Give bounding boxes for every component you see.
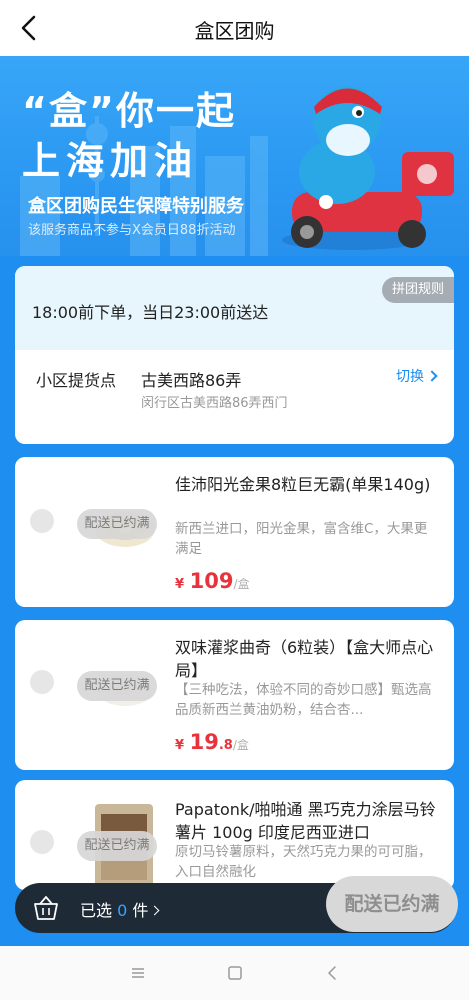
switch-pickup-button[interactable]: 切换: [396, 366, 438, 386]
sold-out-badge: 配送已约满: [77, 831, 157, 861]
promo-banner: “盒”你一起 上海加油 盒区团购民生保障特别服务 该服务商品不参与X会员日88折…: [0, 56, 469, 256]
price-integer: 19: [189, 730, 219, 754]
delivery-time-text: 18:00前下单，当日23:00前送达: [32, 303, 269, 322]
chevron-right-icon: [426, 370, 438, 382]
product-title: 双味灌浆曲奇（6粒装）【盒大师点心局】: [175, 638, 434, 680]
price-unit: /盒: [233, 577, 250, 591]
price-integer: 109: [189, 569, 234, 593]
back-triangle-icon[interactable]: [323, 964, 341, 982]
product-price: ¥ 19.8/盒: [175, 730, 249, 754]
selected-prefix: 已选: [80, 901, 113, 920]
product-description: 新西兰进口，阳光金果，富含维C，大果更满足: [175, 521, 428, 557]
pickup-point-name: 古美西路86弄: [141, 371, 242, 390]
basket-icon[interactable]: [32, 895, 60, 921]
system-navigation-bar: [0, 946, 469, 1000]
banner-title-line1: “盒”你一起: [22, 89, 236, 133]
selected-count: 0: [117, 901, 128, 920]
product-description: 【三种吃法，体验不同的奇妙口感】甄选高品质新西兰黄油奶粉，结合杏...: [175, 682, 432, 718]
product-card[interactable]: 配送已约满 双味灌浆曲奇（6粒装）【盒大师点心局】 【三种吃法，体验不同的奇妙口…: [15, 620, 454, 770]
currency-symbol: ¥: [175, 577, 185, 592]
group-rules-button[interactable]: 拼团规则: [382, 277, 454, 303]
sold-out-badge: 配送已约满: [77, 509, 157, 539]
product-card[interactable]: 配送已约满 Papatonk/啪啪通 黑巧克力涂层马铃薯片 100g 印度尼西亚…: [15, 780, 454, 890]
product-card[interactable]: 配送已约满 佳沛阳光金果8粒巨无霸(单果140g) 新西兰进口，阳光金果，富含维…: [15, 457, 454, 607]
price-unit: /盒: [232, 738, 249, 752]
banner-subtitle: 盒区团购民生保障特别服务: [28, 196, 244, 217]
menu-icon[interactable]: [129, 964, 147, 982]
product-price: ¥ 109/盒: [175, 569, 250, 593]
switch-pickup-label: 切换: [396, 369, 424, 385]
page-title: 盒区团购: [194, 19, 275, 43]
chevron-right-icon: [149, 905, 160, 916]
selected-items-summary[interactable]: 已选 0 件: [80, 897, 160, 921]
banner-title-line2: 上海加油: [22, 139, 199, 183]
header: 盒区团购: [0, 0, 469, 56]
home-square-icon[interactable]: [226, 964, 244, 982]
product-select-radio[interactable]: [30, 830, 54, 854]
banner-note: 该服务商品不参与X会员日88折活动: [28, 223, 236, 238]
mascot-scooter-illustration: [282, 86, 454, 250]
product-select-radio[interactable]: [30, 670, 54, 694]
product-select-radio[interactable]: [30, 509, 54, 533]
cart-bar: 已选 0 件 配送已约满: [15, 876, 458, 933]
currency-symbol: ¥: [175, 738, 185, 753]
selected-suffix: 件: [132, 901, 149, 920]
checkout-button[interactable]: 配送已约满: [326, 876, 458, 932]
pickup-point-label: 小区提货点: [36, 371, 117, 390]
price-decimal: .8: [218, 738, 233, 753]
delivery-info-card: 拼团规则 18:00前下单，当日23:00前送达 小区提货点 古美西路86弄 闵…: [15, 266, 454, 444]
pickup-point-address: 闵行区古美西路86弄西门: [141, 396, 288, 411]
sold-out-badge: 配送已约满: [77, 671, 157, 701]
product-title: 佳沛阳光金果8粒巨无霸(单果140g): [175, 475, 431, 494]
product-title: Papatonk/啪啪通 黑巧克力涂层马铃薯片 100g 印度尼西亚进口: [175, 800, 436, 842]
